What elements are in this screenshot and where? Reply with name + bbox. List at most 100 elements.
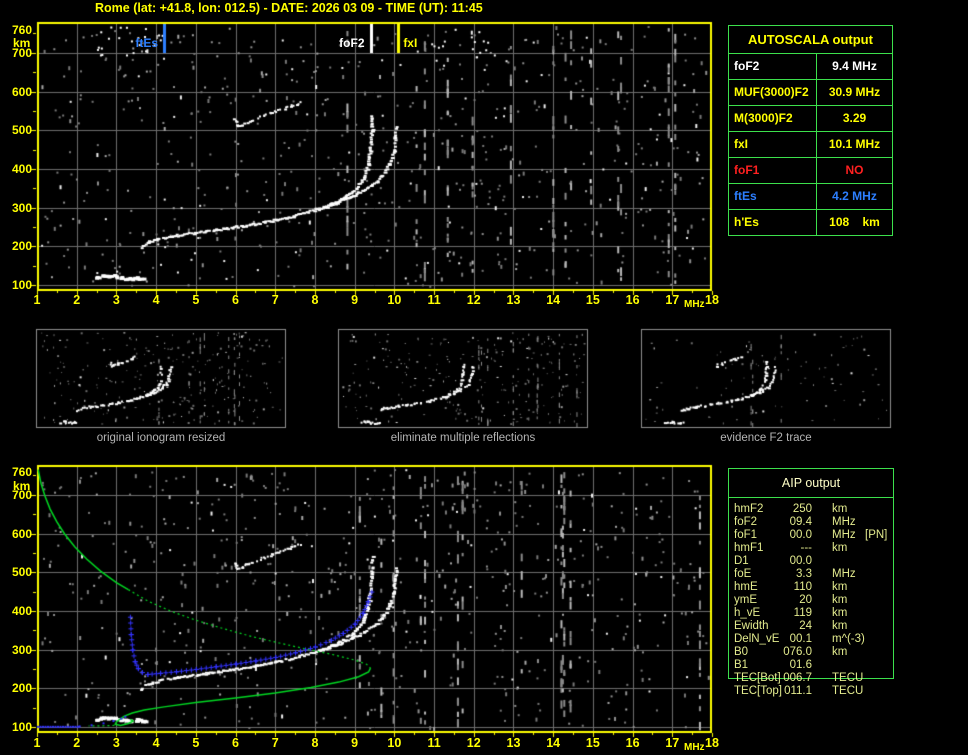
x-tick-label: 9: [351, 736, 359, 750]
thumbnail-caption-3: evidence F2 trace: [720, 432, 812, 444]
aip-unit: MHz: [832, 568, 856, 580]
x-tick-label: 17: [665, 736, 680, 750]
autoscala-param-value: 30.9 MHz: [828, 85, 881, 99]
aip-lab: foF1: [734, 529, 758, 541]
y-tick-label: 300: [11, 200, 32, 215]
autoscala-row-fxI: fxI 10.1 MHz: [729, 131, 892, 157]
aip-val: 3.3: [796, 568, 812, 580]
aip-unit: km: [832, 581, 848, 593]
aip-row-foE: foE 3.3 MHz: [728, 568, 892, 581]
x-tick-label: 5: [192, 293, 200, 307]
x-tick-label: 12: [466, 736, 481, 750]
x-tick-label: 6: [232, 736, 239, 750]
aip-row-B0: B0 076.0 km: [728, 646, 892, 659]
aip-row-D1: D1 00.0: [728, 555, 892, 568]
x-tick-label: 17: [665, 293, 680, 307]
page-title: Rome (lat: +41.8, lon: 012.5) - DATE: 20…: [95, 1, 483, 15]
autoscala-param-value: 10.1 MHz: [828, 137, 881, 151]
y-tick-label: 760: [11, 22, 32, 37]
aip-row-TEC[Top]: TEC[Top] 011.1 TECU: [728, 685, 892, 698]
y-tick-label: 100: [11, 278, 32, 292]
autoscala-row-M3000F2: M(3000)F2 3.29: [729, 105, 892, 131]
aip-val: ---: [800, 542, 813, 554]
aip-unit: MHz: [832, 529, 856, 541]
aip-lab: B1: [734, 659, 749, 671]
y-tick-label: 200: [11, 681, 32, 696]
marker-label-ftEs: ftEs: [135, 36, 159, 50]
aip-lab: Ewidth: [734, 620, 769, 632]
x-tick-label: 11: [427, 736, 441, 750]
x-tick-label: 13: [506, 736, 521, 750]
aip-unit: km: [832, 620, 848, 632]
aip-val: 011.1: [784, 685, 812, 697]
aip-val: 00.0: [789, 555, 812, 567]
aip-row-B1: B1 01.6: [728, 659, 892, 672]
autoscala-row-hpEs: h'Es 108 km: [729, 209, 892, 235]
x-tick-label: 2: [73, 293, 81, 307]
x-tick-label: 12: [466, 293, 481, 307]
y-tick-label: 100: [11, 720, 32, 734]
aip-lab: D1: [734, 555, 749, 567]
autoscala-row-ftEs: ftEs 4.2 MHz: [729, 183, 892, 209]
aip-row-h_vE: h_vE 119 km: [728, 607, 892, 620]
thumbnail-caption-1: original ionogram resized: [96, 432, 226, 444]
aip-lab: hmE: [734, 581, 758, 593]
autoscala-param-value: 9.4 MHz: [832, 59, 877, 73]
x-tick-label: 3: [112, 736, 120, 750]
autoscala-param-value: 4.2 MHz: [832, 189, 877, 203]
autoscala-row-foF1: foF1 NO: [729, 157, 892, 183]
autoscala-param-label: h'Es: [729, 210, 817, 235]
autoscala-param-label: MUF(3000)F2: [729, 80, 817, 105]
aip-unit: m^(-3): [832, 633, 865, 645]
autoscala-param-value: NO: [845, 163, 864, 177]
y-tick-label: 300: [11, 642, 32, 657]
y-tick-label: 400: [11, 161, 32, 176]
aip-row-hmF1: hmF1 --- km: [728, 542, 892, 555]
aip-val: 00.0: [789, 529, 812, 541]
autoscala-row-foF2: foF2 9.4 MHz: [729, 54, 892, 79]
aip-row-hmF2: hmF2 250 km: [728, 503, 892, 516]
aip-val: 20: [799, 594, 812, 606]
aip-unit: MHz: [832, 516, 856, 528]
aip-val: 09.4: [789, 516, 812, 528]
y-axis-unit: km: [13, 36, 31, 50]
x-tick-label: 15: [585, 293, 600, 307]
y-tick-label: 200: [11, 239, 32, 254]
x-tick-label: 9: [351, 293, 359, 307]
aip-row-Ewidth: Ewidth 24 km: [728, 620, 892, 633]
aip-table-title: AIP output: [729, 469, 893, 498]
aip-unit: TECU: [832, 672, 864, 684]
aip-lab: foF2: [734, 516, 758, 528]
autoscala-table-rows: foF2 9.4 MHz MUF(3000)F2 30.9 MHz M(3000)F2 3…: [729, 54, 892, 235]
x-tick-label: 16: [625, 293, 640, 307]
autoscala-param-label: foF1: [729, 158, 817, 183]
y-tick-label: 500: [11, 123, 32, 138]
aip-row-hmE: hmE 110 km: [728, 581, 892, 594]
aip-unit: TECU: [832, 685, 864, 697]
autoscala-param-value: 108 km: [829, 215, 880, 229]
aip-unit: km: [832, 607, 848, 619]
x-tick-label: 5: [192, 736, 200, 750]
marker-label-fxI: fxI: [403, 36, 418, 50]
aip-lab: foE: [734, 568, 752, 580]
aip-val: 00.1: [789, 633, 812, 645]
y-tick-label: 600: [11, 84, 32, 99]
x-tick-label: 7: [271, 293, 279, 307]
autoscala-param-label: fxI: [729, 132, 817, 157]
aip-table-rows: hmF2 250 km foF2 09.4 MHz foF1 00.0 MHz [PN] hmF1 -…: [728, 503, 892, 698]
aip-lab: ymE: [734, 594, 757, 606]
x-tick-label: 15: [585, 736, 600, 750]
x-tick-label: 8: [311, 293, 319, 307]
x-tick-label: 4: [152, 293, 160, 307]
autoscala-table-title: AUTOSCALA output: [729, 26, 892, 54]
autoscala-param-label: foF2: [729, 54, 817, 79]
aip-val: 076.0: [783, 646, 812, 658]
aip-row-foF2: foF2 09.4 MHz: [728, 516, 892, 529]
x-axis-unit: MHz: [684, 742, 705, 753]
autoscala-screen: Rome (lat: +41.8, lon: 012.5) - DATE: 20…: [0, 0, 968, 755]
autoscala-row-MUF3000F2: MUF(3000)F2 30.9 MHz: [729, 79, 892, 105]
x-tick-label: 2: [73, 736, 81, 750]
aip-val: 006.7: [783, 672, 812, 684]
aip-lab: hmF2: [734, 503, 764, 515]
x-tick-label: 14: [546, 736, 561, 750]
